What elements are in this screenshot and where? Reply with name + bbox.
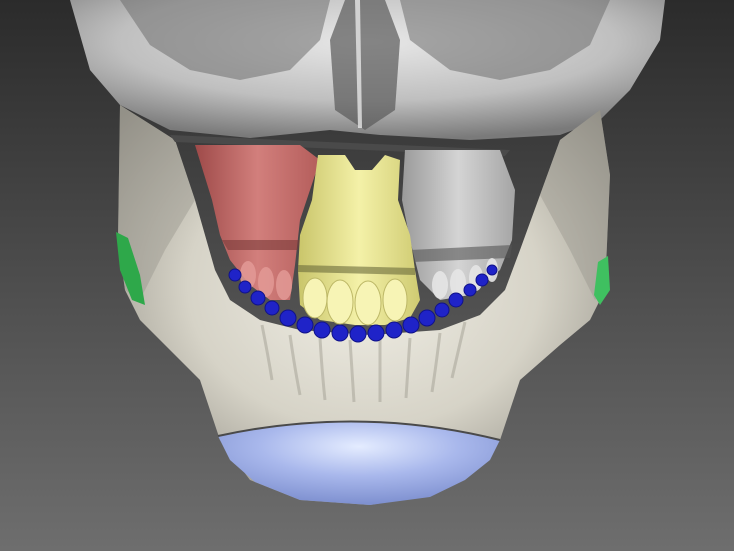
upper-skull — [70, 0, 665, 140]
skull-render — [0, 0, 734, 551]
3d-viewport[interactable] — [0, 0, 734, 551]
